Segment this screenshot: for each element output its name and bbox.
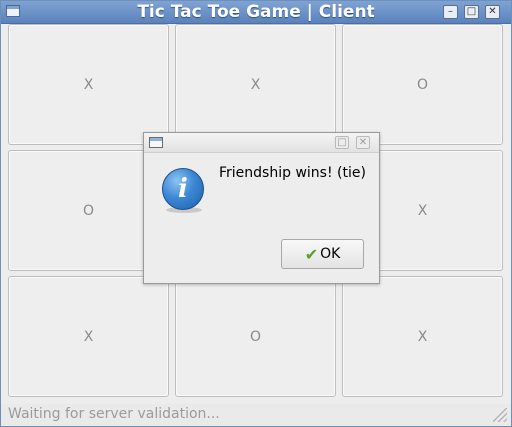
- window-title: Tic Tac Toe Game | Client: [137, 2, 375, 22]
- board-cell-8[interactable]: O: [175, 276, 336, 397]
- info-icon: i: [162, 168, 204, 210]
- result-dialog: □ ✕ i Friendship wins! (tie) ✔ OK: [143, 132, 380, 284]
- checkmark-icon: ✔: [304, 244, 319, 264]
- board-cell-2[interactable]: X: [175, 24, 336, 145]
- minimize-button[interactable]: –: [443, 5, 458, 19]
- resize-grip[interactable]: [493, 408, 507, 422]
- board-cell-7[interactable]: X: [8, 276, 169, 397]
- close-button[interactable]: ✕: [485, 5, 500, 19]
- board-cell-1[interactable]: X: [8, 24, 169, 145]
- title-bar[interactable]: Tic Tac Toe Game | Client – □ ✕: [1, 1, 511, 24]
- board-cell-9[interactable]: X: [342, 276, 503, 397]
- status-bar: Waiting for server validation...: [1, 404, 511, 426]
- dialog-maximize-button[interactable]: □: [335, 136, 349, 149]
- dialog-close-button[interactable]: ✕: [356, 136, 370, 149]
- ok-button-label: OK: [320, 246, 341, 262]
- dialog-message: Friendship wins! (tie): [219, 165, 366, 181]
- board-cell-3[interactable]: O: [342, 24, 503, 145]
- ok-button[interactable]: ✔ OK: [281, 239, 364, 269]
- maximize-button[interactable]: □: [464, 5, 479, 19]
- dialog-window-icon[interactable]: [149, 137, 163, 148]
- status-text: Waiting for server validation...: [8, 406, 220, 422]
- dialog-title-bar[interactable]: □ ✕: [144, 133, 379, 153]
